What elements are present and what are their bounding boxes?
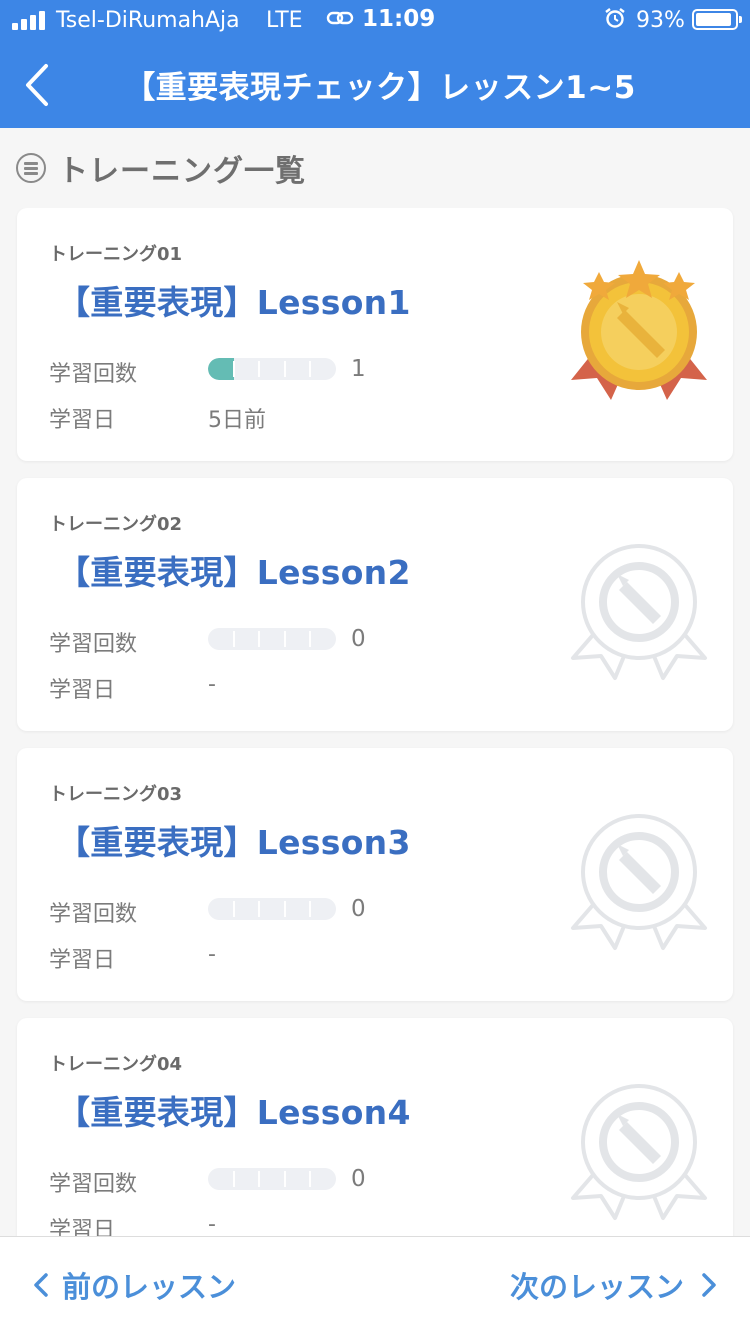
progress-divider: [309, 901, 312, 917]
progress-divider: [258, 1171, 261, 1187]
page-title: 【重要表現チェック】レッスン1~5: [124, 70, 636, 106]
progress-divider: [283, 631, 286, 647]
section-header: トレーニング一覧: [16, 146, 306, 190]
lesson-title: 【重要表現】Lesson3: [57, 823, 411, 862]
lesson-navigation: 前のレッスン 次のレッスン: [0, 1236, 750, 1334]
study-date: -: [208, 942, 216, 967]
next-lesson-button[interactable]: 次のレッスン: [510, 1263, 720, 1307]
chevron-right-icon: [702, 1273, 716, 1297]
study-count: 1: [351, 356, 366, 382]
study-count: 0: [351, 1166, 366, 1192]
study-date-label: 学習日: [49, 408, 116, 433]
study-progress-bar: [208, 1168, 336, 1190]
progress-fill: [208, 358, 234, 380]
study-date: 5日前: [208, 408, 266, 433]
lesson-title: 【重要表現】Lesson1: [57, 283, 411, 322]
locked-medal-icon: [565, 1064, 713, 1224]
study-date: -: [208, 672, 216, 697]
study-date-label: 学習日: [49, 1218, 116, 1236]
training-number: トレーニング02: [49, 514, 183, 535]
progress-divider: [283, 901, 286, 917]
progress-divider: [258, 361, 261, 377]
gold-medal-icon: [565, 254, 713, 414]
next-lesson-label: 次のレッスン: [509, 1270, 684, 1304]
battery-percent: 93%: [636, 8, 685, 33]
progress-divider: [283, 1171, 286, 1187]
training-card[interactable]: トレーニング04 【重要表現】Lesson4 学習回数 0 学習日 -: [17, 1018, 733, 1236]
progress-divider: [283, 361, 286, 377]
study-count: 0: [351, 626, 366, 652]
alarm-icon: [604, 7, 626, 34]
progress-divider: [232, 631, 235, 647]
battery-icon: [692, 9, 742, 30]
progress-divider: [258, 901, 261, 917]
status-time: 11:09: [362, 6, 436, 32]
locked-medal-icon: [565, 524, 713, 684]
progress-divider: [258, 631, 261, 647]
study-progress-bar: [208, 358, 336, 380]
network-type: LTE: [266, 8, 303, 33]
training-list[interactable]: トレーニング01 【重要表現】Lesson1 学習回数 1 学習日 5日前 トレ…: [0, 208, 750, 1236]
progress-divider: [232, 1171, 235, 1187]
section-title: トレーニング一覧: [58, 154, 306, 189]
training-number: トレーニング04: [49, 1054, 183, 1075]
previous-lesson-button[interactable]: 前のレッスン: [30, 1263, 236, 1307]
study-count-label: 学習回数: [49, 1172, 138, 1197]
study-count-label: 学習回数: [49, 362, 138, 387]
study-progress-bar: [208, 898, 336, 920]
lesson-title: 【重要表現】Lesson2: [57, 553, 411, 592]
header: Tsel-DiRumahAja LTE 11:09 93% 【重要表現チェック】…: [0, 0, 750, 128]
study-date-label: 学習日: [49, 948, 116, 973]
carrier-name: Tsel-DiRumahAja: [56, 8, 240, 33]
study-count-label: 学習回数: [49, 632, 138, 657]
locked-medal-icon: [565, 794, 713, 954]
study-date: -: [208, 1212, 216, 1236]
signal-icon: [12, 11, 45, 30]
progress-divider: [309, 631, 312, 647]
progress-divider: [232, 901, 235, 917]
training-card[interactable]: トレーニング01 【重要表現】Lesson1 学習回数 1 学習日 5日前: [17, 208, 733, 461]
progress-divider: [309, 361, 312, 377]
link-icon: [326, 8, 354, 33]
training-number: トレーニング01: [49, 244, 183, 265]
study-count: 0: [351, 896, 366, 922]
progress-divider: [232, 361, 235, 377]
training-number: トレーニング03: [49, 784, 183, 805]
study-count-label: 学習回数: [49, 902, 138, 927]
previous-lesson-label: 前のレッスン: [62, 1270, 237, 1304]
progress-divider: [309, 1171, 312, 1187]
training-card[interactable]: トレーニング03 【重要表現】Lesson3 学習回数 0 学習日 -: [17, 748, 733, 1001]
study-date-label: 学習日: [49, 678, 116, 703]
list-icon: [16, 153, 46, 183]
lesson-title: 【重要表現】Lesson4: [57, 1093, 411, 1132]
study-progress-bar: [208, 628, 336, 650]
chevron-left-icon: [34, 1273, 48, 1297]
training-card[interactable]: トレーニング02 【重要表現】Lesson2 学習回数 0 学習日 -: [17, 478, 733, 731]
status-bar: Tsel-DiRumahAja LTE 11:09 93%: [0, 0, 750, 40]
